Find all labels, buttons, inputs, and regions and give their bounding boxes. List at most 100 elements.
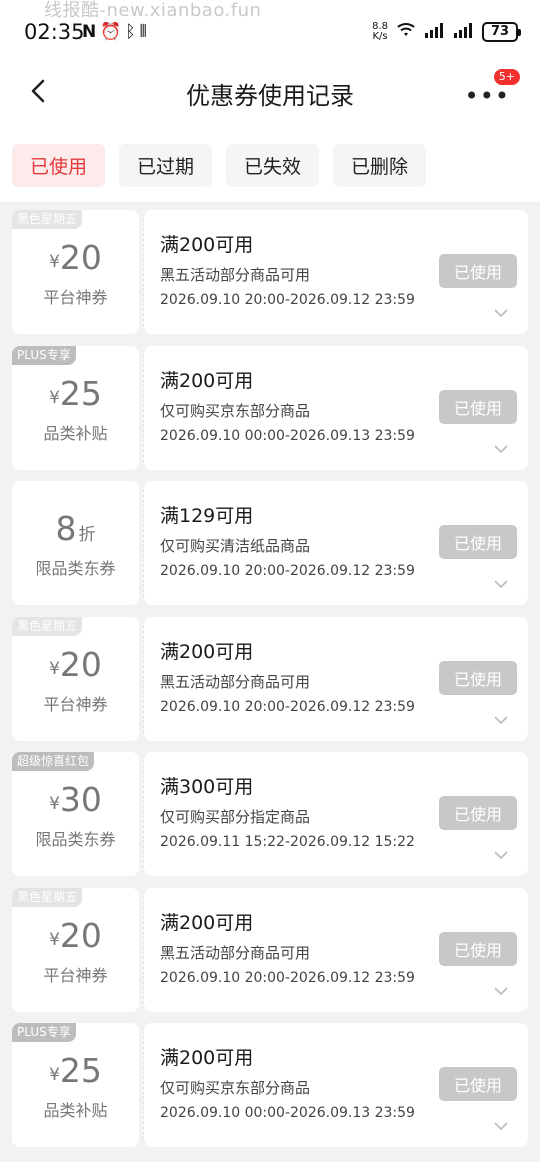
coupon-type-name: 平台神券: [43, 694, 108, 714]
vibrate-icon: ⫴: [139, 22, 147, 42]
coupon-card[interactable]: 8 折限品类东券 满129可用 仅可购买清洁纸品商品 2026.09.10 20:00-…: [12, 481, 528, 605]
bluetooth-icon: ᛒ: [125, 22, 136, 42]
chevron-down-icon[interactable]: [494, 444, 508, 454]
chevron-down-icon[interactable]: [494, 308, 508, 318]
coupon-tag: 黑色星期五: [12, 616, 83, 636]
chevron-down-icon[interactable]: [494, 579, 508, 589]
coupon-card[interactable]: PLUS专享 ¥25 品类补贴 满200可用 仅可购买京东部分商品 2026.09.10 …: [12, 345, 528, 470]
coupon-condition: 满200可用: [160, 369, 254, 392]
network-speed: 8.8 K/s: [372, 20, 388, 42]
currency-symbol: ¥: [49, 1065, 60, 1085]
coupon-value-panel: PLUS专享 ¥25 品类补贴: [12, 345, 139, 470]
coupon-type-name: 品类补贴: [43, 423, 108, 443]
currency-symbol: ¥: [49, 794, 60, 814]
used-status-button[interactable]: 已使用: [439, 389, 517, 424]
coupon-detail-panel: 满200可用仅可购买京东部分商品 2026.09.10 00:00-2026.09…: [143, 345, 528, 470]
used-status-button[interactable]: 已使用: [439, 525, 517, 559]
coupon-description: 仅可购买京东部分商品: [160, 401, 311, 420]
status-time: 02:35: [24, 20, 85, 44]
coupon-value-panel: 黑色星期五 ¥20 平台神券: [12, 210, 139, 334]
used-status-button[interactable]: 已使用: [439, 796, 517, 830]
coupon-card[interactable]: 黑色星期五 ¥20 平台神券 满200可用 黑五活动部分商品可用 2026.09.10 2…: [12, 210, 528, 334]
coupon-description: 黑五活动部分商品可用: [160, 266, 311, 284]
coupon-validity: 2026.09.10 20:00-2026.09.12 23:59: [160, 292, 415, 308]
coupon-value: ¥25: [12, 1051, 139, 1090]
currency-symbol: ¥: [49, 929, 60, 950]
nfc-icon: N: [82, 22, 97, 42]
coupon-validity: 2026.09.10 20:00-2026.09.12 23:59: [160, 698, 415, 715]
coupon-value-panel: 黑色星期五 ¥20 平台神券: [12, 616, 139, 741]
coupon-value: ¥20: [12, 238, 139, 277]
more-menu-icon[interactable]: •••: [465, 82, 510, 110]
coupon-type-name: 限品类东券: [35, 830, 116, 849]
status-icons-left: N ⏰ ᛒ ⫴: [82, 22, 147, 42]
coupon-card[interactable]: 超级惊喜红包 ¥30 限品类东券 满300可用 仅可购买部分指定商品 2026.09.11…: [12, 752, 528, 876]
currency-symbol: ¥: [49, 387, 60, 408]
chevron-down-icon[interactable]: [494, 715, 508, 725]
used-status-button[interactable]: 已使用: [439, 254, 517, 288]
coupon-condition: 满200可用: [160, 1047, 254, 1069]
wifi-icon: [395, 20, 417, 43]
coupon-detail-panel: 满129可用 仅可购买清洁纸品商品 2026.09.10 20:00-2026.09…: [143, 481, 528, 605]
coupon-tag: PLUS专享: [12, 1023, 76, 1042]
used-status-button[interactable]: 已使用: [439, 660, 517, 695]
coupon-validity: 2026.09.10 00:00-2026.09.13 23:59: [160, 427, 415, 444]
filter-tabs: 已使用 已过期 已失效 已删除: [0, 128, 540, 202]
coupon-detail-panel: 满300可用 仅可购买部分指定商品 2026.09.11 15:22-2026.09…: [143, 752, 528, 876]
coupon-detail-panel: 满200可用 黑五活动部分商品可用 2026.09.10 20:00-2026.09…: [143, 210, 528, 334]
filter-tab-0[interactable]: 已使用: [12, 144, 106, 187]
filter-tab-2[interactable]: 已失效: [226, 144, 320, 187]
coupon-condition: 满200可用: [160, 911, 254, 934]
coupon-amount: 20: [59, 238, 102, 277]
coupon-value: 8折: [12, 509, 139, 548]
signal-icon-2: [453, 22, 475, 42]
coupon-type-name: 平台神券: [43, 288, 108, 307]
coupon-detail-panel: 满200可用 黑五活动部分商品可用 2026.09.10 20:00-2026.09…: [143, 887, 528, 1012]
coupon-value: ¥25: [12, 374, 139, 413]
coupon-validity: 2026.09.10 20:00-2026.09.12 23:59: [160, 969, 415, 986]
coupon-type-name: 品类补贴: [43, 1101, 108, 1120]
notification-badge: 5+: [493, 69, 520, 85]
coupon-description: 仅可购买部分指定商品: [160, 808, 311, 826]
coupon-tag: 黑色星期五: [12, 887, 83, 907]
filter-tab-1[interactable]: 已过期: [119, 144, 213, 187]
coupon-condition: 满129可用: [160, 505, 254, 527]
coupon-amount: 20: [59, 915, 102, 955]
coupon-description: 仅可购买清洁纸品商品: [160, 537, 311, 555]
status-icons-right: 8.8 K/s 73: [372, 20, 521, 43]
coupon-description: 仅可购买京东部分商品: [160, 1079, 311, 1097]
filter-tab-3[interactable]: 已删除: [333, 144, 427, 187]
watermark-text: 线报酷-new.xianbao.fun: [44, 0, 262, 21]
chevron-down-icon[interactable]: [494, 1121, 508, 1131]
alarm-icon: ⏰: [100, 22, 122, 42]
page-title: 优惠券使用记录: [186, 82, 354, 110]
coupon-card[interactable]: 黑色星期五 ¥20 平台神券 满200可用 黑五活动部分商品可用 2026.09.10 2…: [12, 887, 528, 1012]
currency-symbol: ¥: [49, 658, 60, 679]
coupon-tag: 黑色星期五: [12, 210, 83, 229]
coupon-unit: 折: [78, 525, 96, 545]
coupon-tag: 超级惊喜红包: [12, 752, 95, 771]
coupon-amount: 8: [55, 509, 77, 548]
coupon-value: ¥20: [12, 916, 139, 955]
coupon-detail-panel: 满200可用仅可购买京东部分商品 2026.09.10 00:00-2026.09…: [143, 1023, 528, 1147]
battery-indicator: 73: [482, 21, 521, 42]
coupon-card[interactable]: PLUS专享 ¥25 品类补贴 满200可用仅可购买京东部分商品 2026.09.10 …: [12, 1023, 528, 1147]
used-status-button[interactable]: 已使用: [439, 1067, 517, 1101]
coupon-value: ¥30: [12, 780, 139, 819]
coupon-validity: 2026.09.10 00:00-2026.09.13 23:59: [160, 1105, 415, 1121]
coupon-amount: 20: [59, 644, 102, 684]
coupon-value: ¥20: [12, 645, 139, 684]
coupon-condition: 满300可用: [160, 776, 254, 798]
coupon-card[interactable]: 黑色星期五 ¥20 平台神券 满200可用 黑五活动部分商品可用 2026.09.10 2…: [12, 616, 528, 741]
coupon-value-panel: 超级惊喜红包 ¥30 限品类东券: [12, 752, 139, 876]
signal-icon: [424, 22, 446, 42]
chevron-down-icon[interactable]: [494, 850, 508, 860]
used-status-button[interactable]: 已使用: [439, 931, 517, 966]
nav-bar: 优惠券使用记录 ••• 5+: [0, 56, 540, 128]
chevron-down-icon[interactable]: [494, 986, 508, 996]
coupon-condition: 满200可用: [160, 640, 254, 663]
coupon-detail-panel: 满200可用 黑五活动部分商品可用 2026.09.10 20:00-2026.09…: [143, 616, 528, 741]
coupon-amount: 30: [59, 780, 102, 819]
coupon-value-panel: 黑色星期五 ¥20 平台神券: [12, 887, 139, 1012]
coupon-value-panel: 8 折限品类东券: [12, 481, 139, 605]
